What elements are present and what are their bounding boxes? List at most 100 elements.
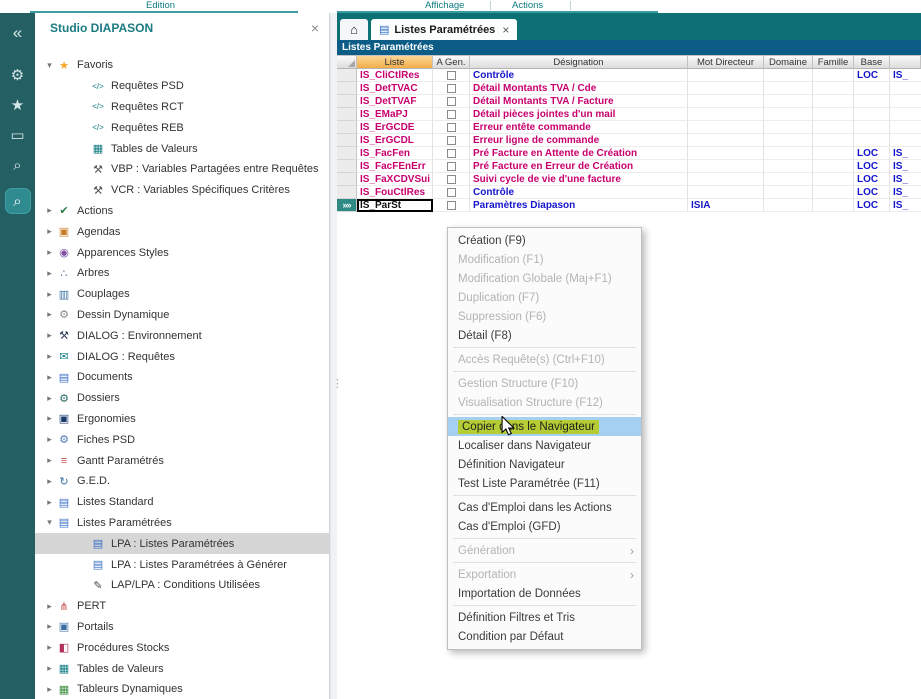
chevron-down-icon[interactable]: ▾ xyxy=(43,60,56,71)
menu-item[interactable]: Génération› xyxy=(448,541,641,560)
cell-famille[interactable] xyxy=(813,95,854,108)
cell-mot-directeur[interactable] xyxy=(688,160,764,173)
cell-designation[interactable]: Détail Montants TVA / Facture xyxy=(470,95,688,108)
menu-item[interactable]: Accès Requête(s) (Ctrl+F10) xyxy=(448,350,641,369)
menu-item[interactable]: Modification (F1) xyxy=(448,250,641,269)
chevron-right-icon[interactable]: ▸ xyxy=(43,330,56,341)
tree-item[interactable]: ▸⚙Dossiers xyxy=(35,388,329,409)
table-row[interactable]: IS_CliCtlResContrôleLOCIS_ xyxy=(337,69,921,82)
menu-item[interactable]: Duplication (F7) xyxy=(448,288,641,307)
cell-a-gen[interactable] xyxy=(433,186,470,199)
cell-famille[interactable] xyxy=(813,173,854,186)
cell-famille[interactable] xyxy=(813,121,854,134)
tree-item[interactable]: ▾▤Listes Paramétrées xyxy=(35,513,329,534)
tree-item[interactable]: </>Requêtes REB xyxy=(35,117,329,138)
chevron-right-icon[interactable]: ▸ xyxy=(43,226,56,237)
tree-item[interactable]: ▸▦Tableurs Dynamiques xyxy=(35,679,329,699)
table-row[interactable]: IS_ErGCDE Erreur entête commande xyxy=(337,121,921,134)
panel-splitter[interactable]: ⋮ xyxy=(330,13,337,699)
table-row[interactable]: IS_FacFenPré Facture en Attente de Créat… xyxy=(337,147,921,160)
cell-designation[interactable]: Contrôle xyxy=(470,69,688,82)
checkbox-unchecked[interactable] xyxy=(447,136,456,145)
table-row[interactable]: IS_FacFEnErrPré Facture en Erreur de Cré… xyxy=(337,160,921,173)
column-header[interactable]: Mot Directeur xyxy=(688,55,764,69)
cell-famille[interactable] xyxy=(813,186,854,199)
tree-item[interactable]: ▸▦Tables de Valeurs xyxy=(35,658,329,679)
cell-a-gen[interactable] xyxy=(433,108,470,121)
table-row[interactable]: »»IS_ParStParamètres DiapasonISIALOCIS_ xyxy=(337,199,921,212)
cell-mot-directeur[interactable] xyxy=(688,69,764,82)
cell-ref[interactable] xyxy=(890,121,921,134)
cell-base[interactable]: LOC xyxy=(854,199,890,212)
cell-liste[interactable]: IS_EMaPJ xyxy=(357,108,433,121)
cell-ref[interactable] xyxy=(890,108,921,121)
cell-liste[interactable]: IS_ErGCDL xyxy=(357,134,433,147)
menu-affichage[interactable]: Affichage xyxy=(425,0,464,11)
cell-ref[interactable]: IS_ xyxy=(890,69,921,82)
cell-base[interactable] xyxy=(854,121,890,134)
cell-base[interactable]: LOC xyxy=(854,69,890,82)
cell-domaine[interactable] xyxy=(764,199,813,212)
chevron-right-icon[interactable]: ▸ xyxy=(43,684,56,695)
tree-item[interactable]: ▸◧Procédures Stocks xyxy=(35,637,329,658)
cell-famille[interactable] xyxy=(813,108,854,121)
tree-item[interactable]: ✎LAP/LPA : Conditions Utilisées xyxy=(35,575,329,596)
cell-designation[interactable]: Pré Facture en Erreur de Création xyxy=(470,160,688,173)
chevron-right-icon[interactable]: ▸ xyxy=(43,455,56,466)
cell-base[interactable] xyxy=(854,82,890,95)
cell-liste[interactable]: IS_ErGCDE xyxy=(357,121,433,134)
checkbox-unchecked[interactable] xyxy=(447,175,456,184)
cell-famille[interactable] xyxy=(813,134,854,147)
tree-item[interactable]: ▸◉Apparences Styles xyxy=(35,242,329,263)
tree-item[interactable]: ▸≡Gantt Paramétrés xyxy=(35,450,329,471)
cell-a-gen[interactable] xyxy=(433,173,470,186)
cell-a-gen[interactable] xyxy=(433,199,470,212)
favorites-star-icon[interactable]: ★ xyxy=(0,90,35,120)
menu-item[interactable]: Copier dans le Navigateur xyxy=(448,417,641,436)
menu-item[interactable]: Test Liste Paramétrée (F11) xyxy=(448,474,641,493)
cell-mot-directeur[interactable] xyxy=(688,95,764,108)
tree-item[interactable]: ▸▤Documents xyxy=(35,367,329,388)
column-header[interactable]: Domaine xyxy=(764,55,813,69)
tree-item[interactable]: ▸✉DIALOG : Requêtes xyxy=(35,346,329,367)
splitter-handle-icon[interactable]: ⋮ xyxy=(332,381,343,387)
cell-domaine[interactable] xyxy=(764,95,813,108)
table-row[interactable]: IS_DetTVAFDétail Montants TVA / Facture xyxy=(337,95,921,108)
chevron-right-icon[interactable]: ▸ xyxy=(43,372,56,383)
cell-designation[interactable]: Erreur entête commande xyxy=(470,121,688,134)
cell-famille[interactable] xyxy=(813,147,854,160)
menu-item[interactable]: Création (F9) xyxy=(448,231,641,250)
tree-item[interactable]: ▸▣Agendas xyxy=(35,221,329,242)
cell-mot-directeur[interactable] xyxy=(688,134,764,147)
cell-domaine[interactable] xyxy=(764,160,813,173)
checkbox-unchecked[interactable] xyxy=(447,149,456,158)
chevron-right-icon[interactable]: ▸ xyxy=(43,413,56,424)
tree-item[interactable]: ▸▤Listes Standard xyxy=(35,492,329,513)
table-row[interactable]: IS_EMaPJDétail pièces jointes d'un mail xyxy=(337,108,921,121)
menu-item[interactable]: Définition Filtres et Tris xyxy=(448,608,641,627)
cell-base[interactable] xyxy=(854,95,890,108)
cell-designation[interactable]: Détail Montants TVA / Cde xyxy=(470,82,688,95)
chevron-right-icon[interactable]: ▸ xyxy=(43,601,56,612)
cell-famille[interactable] xyxy=(813,69,854,82)
cell-liste[interactable]: IS_FacFen xyxy=(357,147,433,160)
tree-item[interactable]: ▦Tables de Valeurs xyxy=(35,138,329,159)
chevron-right-icon[interactable]: ▸ xyxy=(43,309,56,320)
tree-item[interactable]: ▸↻G.E.D. xyxy=(35,471,329,492)
column-header[interactable]: A Gen. xyxy=(433,55,470,69)
cell-domaine[interactable] xyxy=(764,186,813,199)
menu-item[interactable]: Détail (F8) xyxy=(448,326,641,345)
tree-item[interactable]: ⚒VBP : Variables Partagées entre Requête… xyxy=(35,159,329,180)
table-row[interactable]: IS_ErGCDLErreur ligne de commande xyxy=(337,134,921,147)
chevron-right-icon[interactable]: ▸ xyxy=(43,205,56,216)
tree-item[interactable]: ▸✔Actions xyxy=(35,201,329,222)
tree-item[interactable]: ▸⚒DIALOG : Environnement xyxy=(35,325,329,346)
chevron-right-icon[interactable]: ▸ xyxy=(43,497,56,508)
chevron-right-icon[interactable]: ▸ xyxy=(43,268,56,279)
cell-ref[interactable] xyxy=(890,82,921,95)
column-header[interactable] xyxy=(890,55,921,69)
tree-item[interactable]: ▸▣Ergonomies xyxy=(35,409,329,430)
cell-famille[interactable] xyxy=(813,82,854,95)
checkbox-unchecked[interactable] xyxy=(447,71,456,80)
collapse-panel-icon[interactable]: « xyxy=(0,18,35,48)
